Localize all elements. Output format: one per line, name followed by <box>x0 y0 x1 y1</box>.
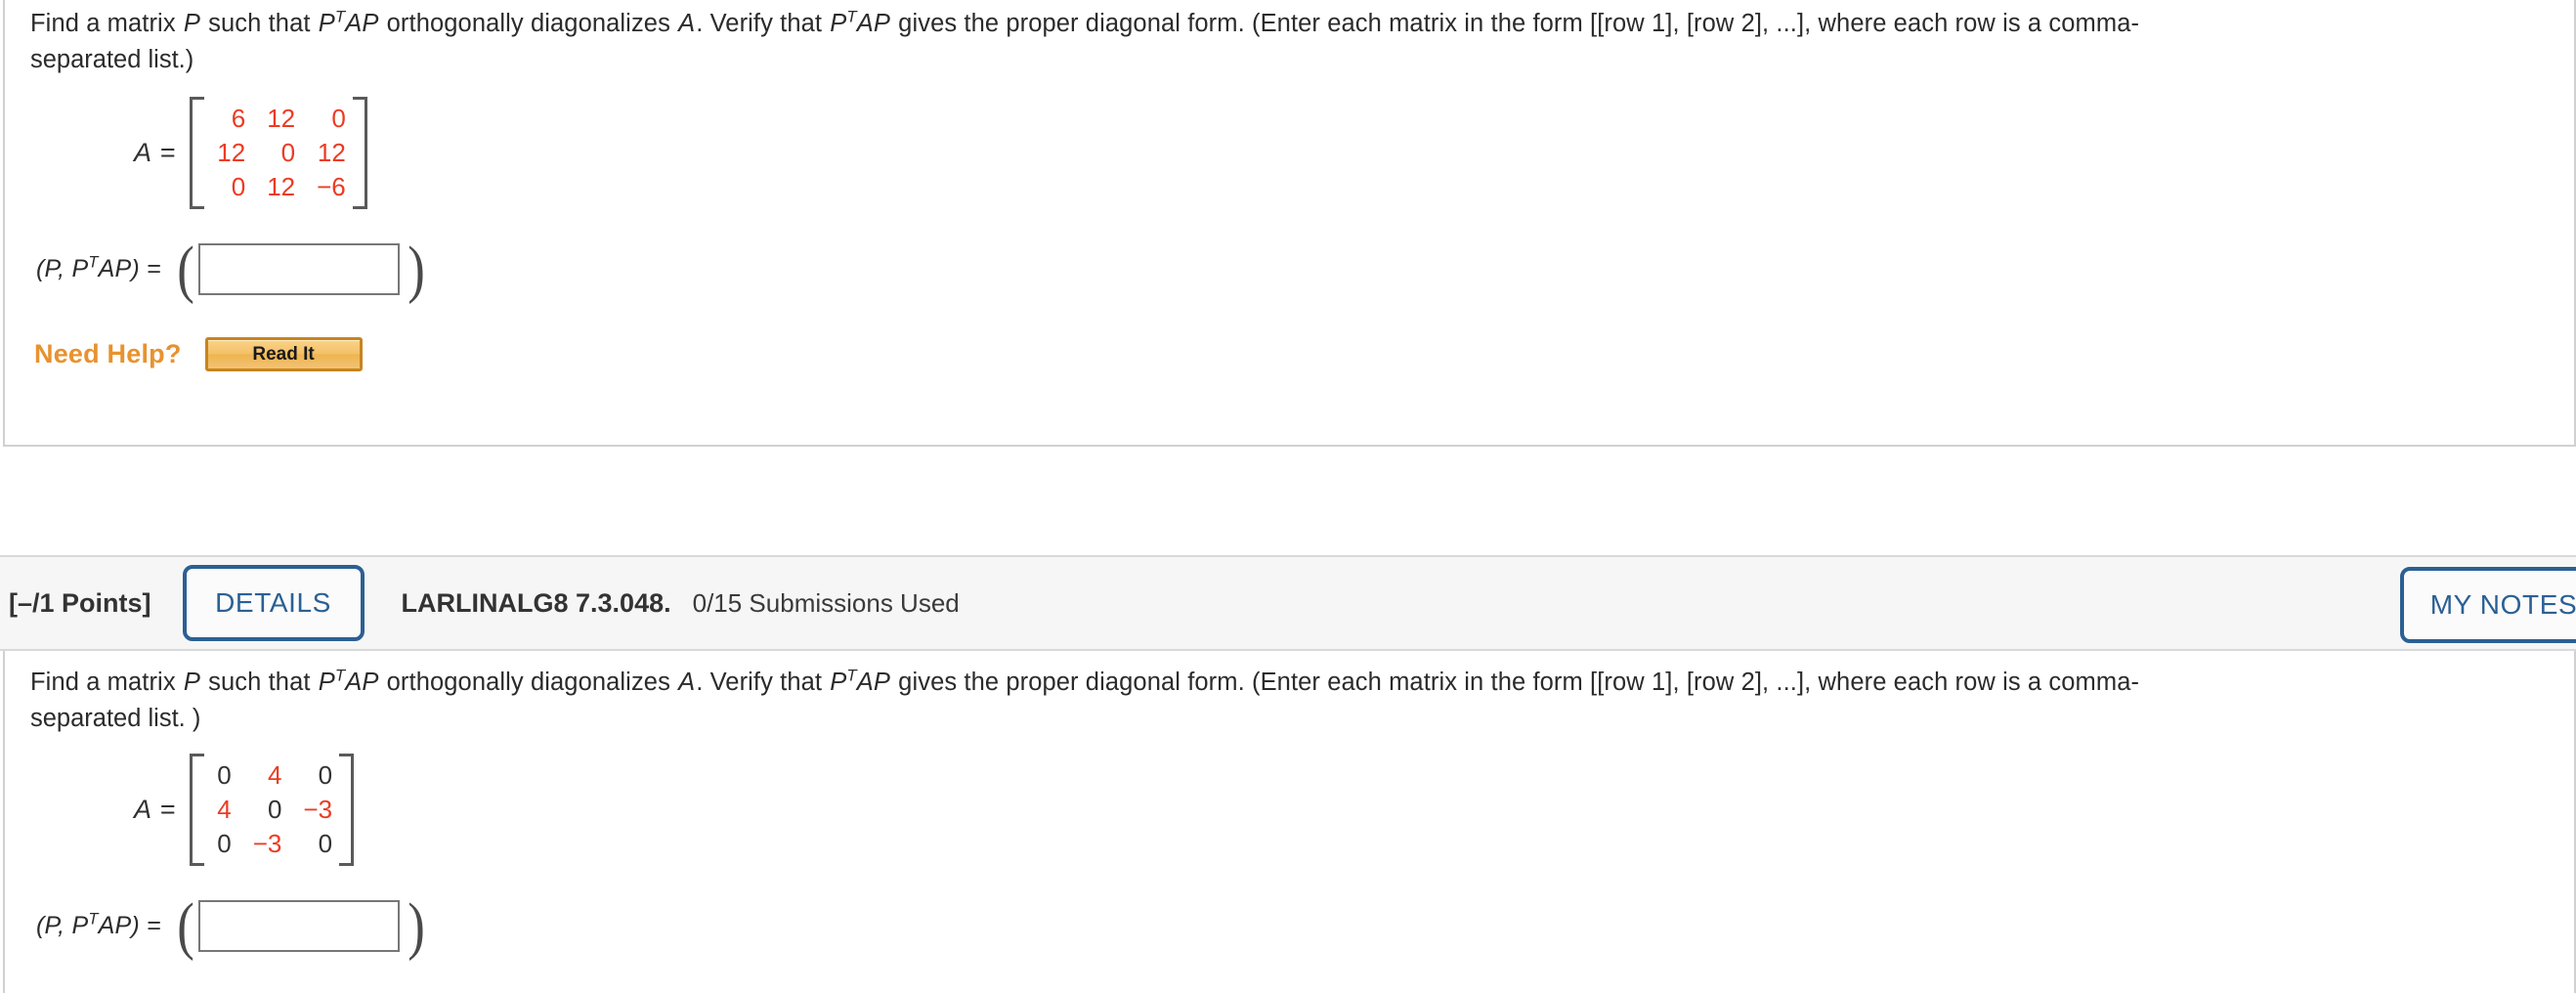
prompt-var-a: A <box>678 10 696 37</box>
matrix-cell: −6 <box>317 172 346 201</box>
expr-base: P <box>830 669 847 696</box>
close-paren-2: ) <box>408 889 425 962</box>
matrix-row: 4 0 −3 <box>211 793 332 827</box>
matrix-row: 0 12 −6 <box>211 170 346 204</box>
question-2-header: [–/1 Points] DETAILS LARLINALG8 7.3.048.… <box>0 555 2576 651</box>
matrix-cell: 4 <box>217 795 232 824</box>
expr-superscript-t: T <box>334 666 346 685</box>
expr-rest: AP <box>856 669 890 696</box>
matrix-cell: 6 <box>231 104 246 133</box>
prompt-text-c: orthogonally diagonalizes <box>379 10 678 37</box>
matrix-brackets-2: 0 4 0 4 0 −3 0 −3 0 <box>190 754 354 866</box>
expr-rest: AP <box>345 10 379 37</box>
submissions-used-2: 0/15 Submissions Used <box>692 587 960 618</box>
matrix-cell: 0 <box>318 760 333 790</box>
matrix-a-2: 0 4 0 4 0 −3 0 −3 0 <box>211 758 332 861</box>
matrix-cell: 12 <box>267 104 296 133</box>
question-card-1: Find a matrix P such that PTAP orthogona… <box>3 0 2576 447</box>
matrix-a-1: 6 12 0 12 0 12 0 12 −6 <box>211 102 346 204</box>
matrix-cell: 0 <box>280 138 296 167</box>
expr-superscript-t: T <box>334 7 346 26</box>
question-2-prompt-line-2: separated list. ) <box>30 705 201 732</box>
answer-label-pre: (P, P <box>36 255 89 282</box>
matrix-cell: 4 <box>267 760 282 790</box>
prompt-var-a: A <box>678 669 696 696</box>
matrix-cell: 12 <box>267 172 296 201</box>
question-code-2: LARLINALG8 7.3.048. <box>401 587 671 618</box>
open-paren-2: ( <box>177 889 194 962</box>
matrix-a-block-1: A = 6 12 0 12 0 12 0 12 −6 <box>134 97 367 209</box>
prompt-text-e: gives the proper diagonal form. (Enter e… <box>890 10 2140 37</box>
need-help-row-1: Need Help? Read It <box>34 337 363 371</box>
matrix-cell: 0 <box>331 104 346 133</box>
answer-label-post: AP) = <box>98 912 161 939</box>
expr-rest: AP <box>345 669 379 696</box>
answer-label-1: (P, PTAP) = <box>36 253 161 283</box>
need-help-label-1: Need Help? <box>34 339 182 368</box>
answer-label-post: AP) = <box>98 255 161 282</box>
prompt-text-d: . Verify that <box>696 10 830 37</box>
answer-input-2[interactable] <box>197 900 400 952</box>
question-2-header-inner: [–/1 Points] DETAILS LARLINALG8 7.3.048.… <box>3 557 2576 649</box>
prompt-text-e: gives the proper diagonal form. (Enter e… <box>890 669 2140 696</box>
answer-input-1[interactable] <box>197 243 400 295</box>
open-paren-1: ( <box>177 233 194 305</box>
expr-superscript-t: T <box>846 666 857 685</box>
expr-base: P <box>318 10 335 37</box>
prompt-text-b: such that <box>200 669 318 696</box>
question-1-body: Find a matrix P such that PTAP orthogona… <box>5 0 2574 445</box>
question-2-body: Find a matrix P such that PTAP orthogona… <box>5 651 2574 993</box>
expr-base: P <box>830 10 847 37</box>
question-1-prompt-line-1: Find a matrix P such that PTAP orthogona… <box>30 6 2139 42</box>
answer-row-1: (P, PTAP) = ( ) <box>36 233 427 305</box>
prompt-text-a: Find a matrix <box>30 669 183 696</box>
prompt-expr-ptap-1: PTAP <box>318 666 380 696</box>
answer-label-2: (P, PTAP) = <box>36 910 161 940</box>
expr-base: P <box>318 669 335 696</box>
prompt-expr-ptap-2: PTAP <box>829 7 891 37</box>
question-card-2: Find a matrix P such that PTAP orthogona… <box>3 651 2576 993</box>
matrix-row: 0 −3 0 <box>211 827 332 861</box>
matrix-cell: 0 <box>217 760 232 790</box>
prompt-expr-ptap-1: PTAP <box>318 7 380 37</box>
matrix-label-1: A = <box>134 138 177 167</box>
details-button-2[interactable]: DETAILS <box>182 565 365 641</box>
matrix-cell: 0 <box>267 795 282 824</box>
expr-superscript-t: T <box>846 7 857 26</box>
matrix-row: 0 4 0 <box>211 758 332 793</box>
matrix-cell: 12 <box>317 138 346 167</box>
matrix-cell: −3 <box>252 829 282 858</box>
matrix-cell: 0 <box>318 829 333 858</box>
answer-row-2: (P, PTAP) = ( ) <box>36 889 427 962</box>
close-paren-1: ) <box>408 233 425 305</box>
matrix-cell: 12 <box>217 138 246 167</box>
matrix-label-2: A = <box>134 795 177 824</box>
question-2-prompt-line-1: Find a matrix P such that PTAP orthogona… <box>30 665 2139 701</box>
question-1-prompt-line-2: separated list.) <box>30 46 194 73</box>
prompt-text-b: such that <box>200 10 318 37</box>
matrix-row: 6 12 0 <box>211 102 346 136</box>
matrix-cell: 0 <box>217 829 232 858</box>
points-badge-2: [–/1 Points] <box>9 587 151 618</box>
prompt-var-p: P <box>183 669 200 696</box>
read-it-button-1[interactable]: Read It <box>204 337 363 371</box>
matrix-cell: 0 <box>231 172 246 201</box>
prompt-expr-ptap-2: PTAP <box>829 666 891 696</box>
matrix-a-block-2: A = 0 4 0 4 0 −3 0 −3 0 <box>134 754 354 866</box>
answer-label-sup-t: T <box>88 910 99 928</box>
my-notes-button-2[interactable]: MY NOTES <box>2400 567 2576 643</box>
prompt-text-c: orthogonally diagonalizes <box>379 669 678 696</box>
prompt-text-d: . Verify that <box>696 669 830 696</box>
expr-rest: AP <box>856 10 890 37</box>
matrix-cell: −3 <box>303 795 333 824</box>
answer-label-pre: (P, P <box>36 912 89 939</box>
assignment-page: Find a matrix P such that PTAP orthogona… <box>0 0 2576 993</box>
matrix-row: 12 0 12 <box>211 136 346 170</box>
prompt-var-p: P <box>183 10 200 37</box>
answer-label-sup-t: T <box>88 253 99 272</box>
prompt-text-a: Find a matrix <box>30 10 183 37</box>
matrix-brackets-1: 6 12 0 12 0 12 0 12 −6 <box>190 97 367 209</box>
